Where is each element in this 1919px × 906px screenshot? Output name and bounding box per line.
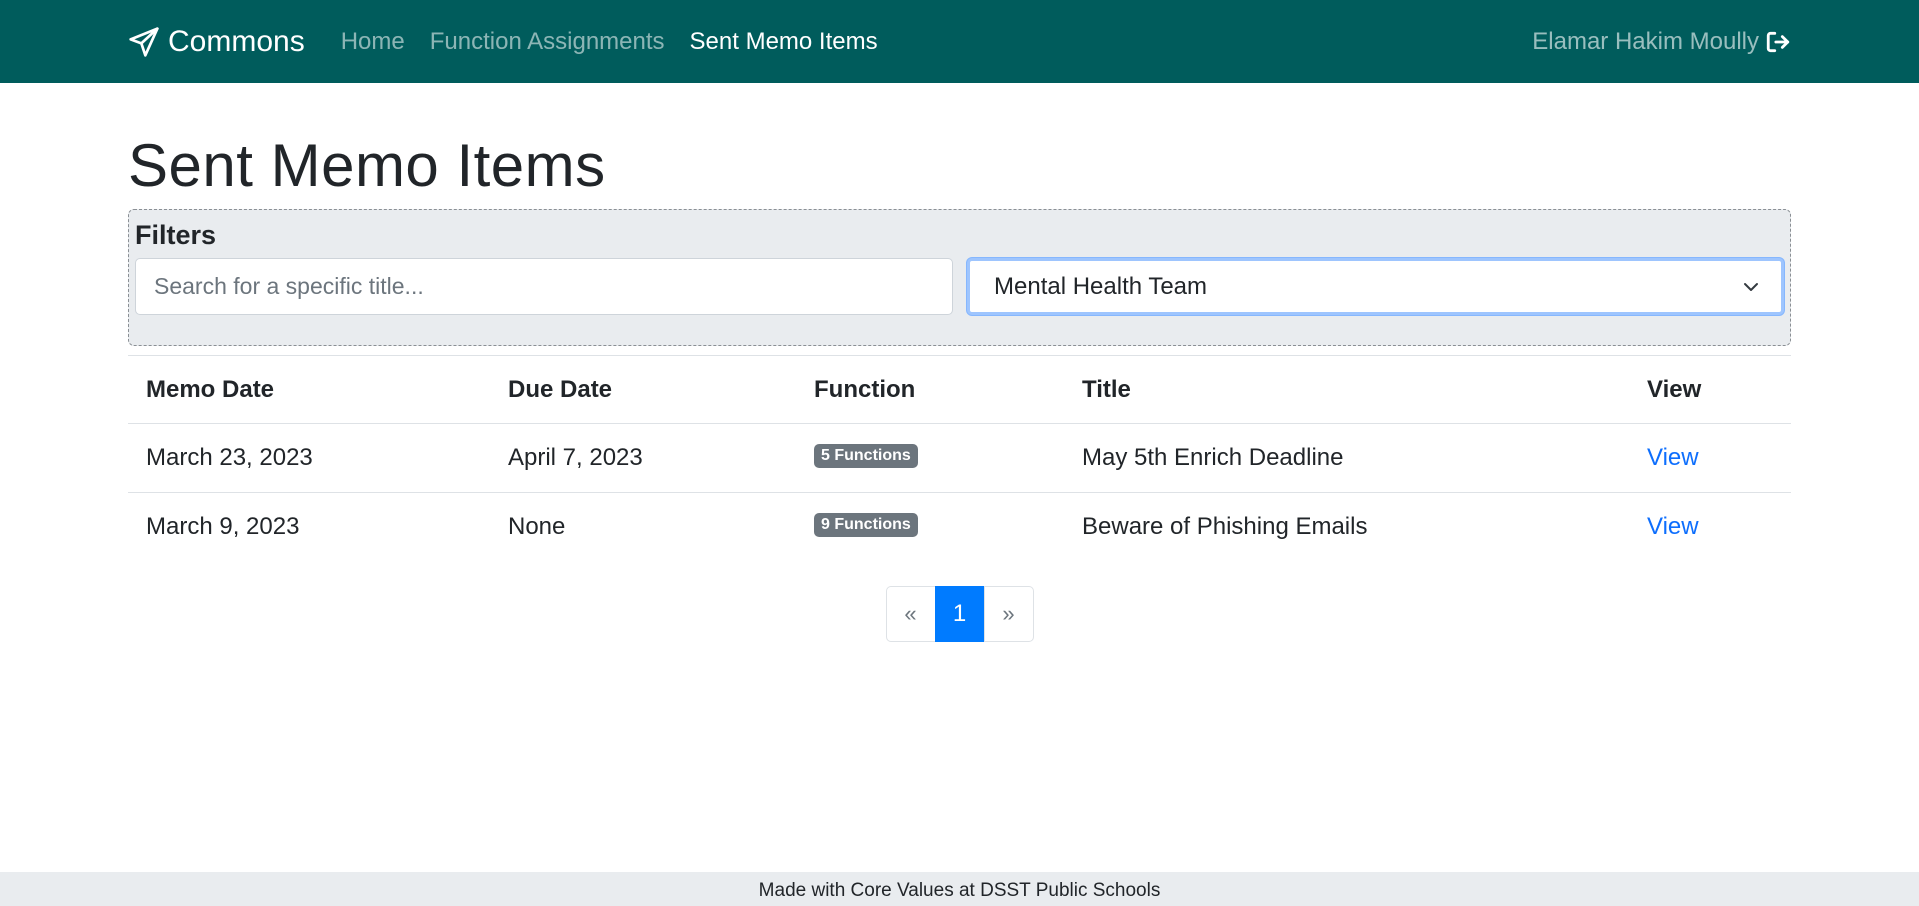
view-link[interactable]: View: [1647, 444, 1699, 471]
view-cell: View: [1629, 493, 1791, 562]
nav-link-home[interactable]: Home: [341, 28, 405, 56]
team-select-value: Mental Health Team: [994, 272, 1207, 300]
filters-heading: Filters: [135, 220, 217, 250]
function-cell: 9 Functions: [796, 493, 1064, 562]
main-content: Sent Memo Items Filters Mental Health Te…: [0, 127, 1919, 642]
team-select[interactable]: Mental Health Team: [967, 258, 1784, 315]
sign-out-icon: [1766, 31, 1790, 52]
brand-link[interactable]: Commons: [128, 25, 305, 59]
view-cell: View: [1629, 423, 1791, 493]
brand-label: Commons: [168, 24, 305, 58]
function-count-badge: 9 Functions: [814, 512, 918, 537]
pagination-next-button[interactable]: »: [983, 585, 1034, 642]
filters-panel: Filters Mental Health Team: [128, 209, 1791, 346]
nav-link-function-assignments[interactable]: Function Assignments: [430, 28, 665, 56]
function-count-badge: 5 Functions: [814, 443, 918, 468]
title-cell: Beware of Phishing Emails: [1082, 513, 1368, 541]
memo-table: Memo Date Due Date Function Title View M…: [128, 355, 1791, 562]
nav-link-sent-memo-items[interactable]: Sent Memo Items: [690, 28, 878, 56]
navbar: Commons Home Function Assignments Sent M…: [0, 0, 1919, 83]
user-logout-link[interactable]: Elamar Hakim Moully: [1532, 28, 1791, 56]
user-name: Elamar Hakim Moully: [1532, 27, 1759, 55]
title-search-input[interactable]: [135, 258, 953, 315]
due-date-cell: April 7, 2023: [490, 423, 796, 493]
paper-plane-icon: [129, 26, 159, 57]
column-header-title: Title: [1064, 355, 1629, 424]
memo-date-cell: March 23, 2023: [128, 423, 490, 493]
table-row: March 9, 2023 None 9 Functions Beware of…: [128, 493, 1791, 562]
pagination: « 1 »: [128, 585, 1791, 642]
column-header-view: View: [1629, 355, 1791, 424]
chevron-down-icon: [1744, 282, 1758, 291]
column-header-due-date: Due Date: [490, 355, 796, 424]
memo-date-cell: March 9, 2023: [146, 513, 300, 541]
column-header-function: Function: [796, 355, 1064, 424]
pagination-page-1[interactable]: 1: [934, 585, 985, 642]
page-title: Sent Memo Items: [128, 132, 606, 199]
due-date-cell: None: [508, 513, 566, 541]
footer: Made with Core Values at DSST Public Sch…: [0, 872, 1919, 906]
pagination-prev-button[interactable]: «: [885, 585, 936, 642]
table-row: March 23, 2023 April 7, 2023 5 Functions…: [128, 423, 1791, 493]
function-cell: 5 Functions: [796, 423, 1064, 493]
table-header-row: Memo Date Due Date Function Title View: [128, 355, 1791, 424]
column-header-memo-date: Memo Date: [128, 355, 490, 424]
view-link[interactable]: View: [1647, 513, 1699, 540]
footer-text: Made with Core Values at DSST Public Sch…: [758, 880, 1161, 901]
title-cell: May 5th Enrich Deadline: [1064, 423, 1629, 493]
filter-row: Mental Health Team: [135, 258, 1784, 315]
